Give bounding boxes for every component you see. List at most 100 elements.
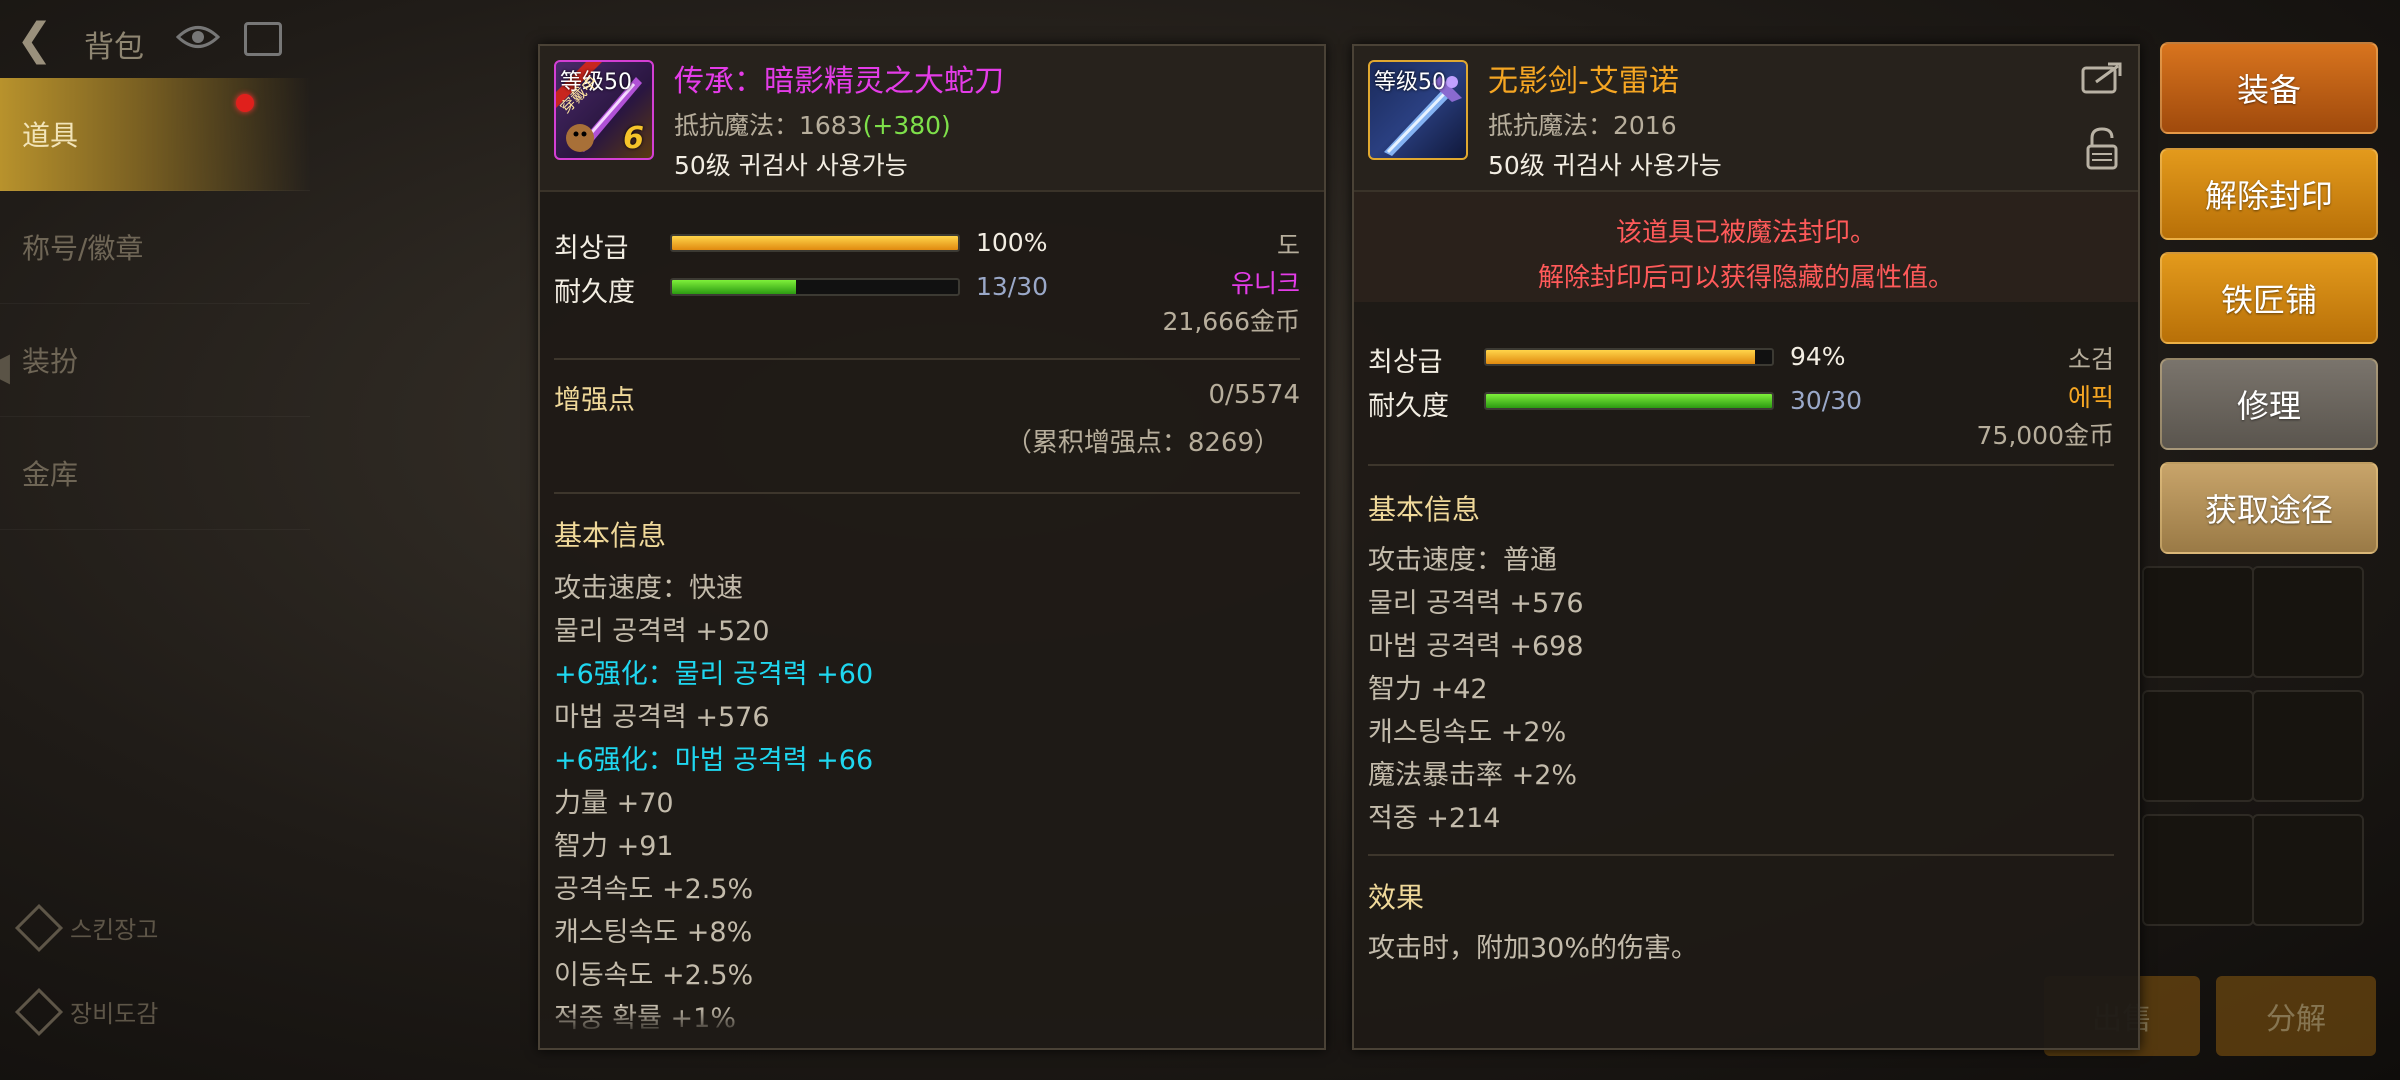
basic-info-title: 基本信息	[554, 519, 667, 552]
grade-label: 최상급	[1368, 347, 1443, 378]
eye-icon[interactable]	[176, 20, 220, 54]
inventory-slot[interactable]	[2142, 690, 2254, 802]
stat-line: 智力 +91	[554, 831, 674, 862]
collapse-arrow-icon[interactable]: ◂	[0, 330, 10, 400]
scroll-fade	[540, 1008, 1324, 1048]
blacksmith-button[interactable]: 铁匠铺	[2160, 252, 2378, 344]
grade-bar	[670, 234, 960, 252]
skin-storage-label: 스킨장고	[70, 916, 159, 944]
acquisition-route-button[interactable]: 获取途径	[2160, 462, 2378, 554]
item-icon: 等级50 穿戴中 6	[554, 60, 654, 160]
durability-bar-fill	[672, 280, 796, 294]
item-price: 75,000金币	[1976, 421, 2114, 450]
stat-line: 적중 +214	[1368, 803, 1501, 834]
stat-line: 마법 공격력 +698	[1368, 631, 1584, 662]
class-requirement: 50级 귀검사 사용가능	[1488, 151, 1722, 180]
notification-dot	[236, 94, 254, 112]
magic-resist: 抵抗魔法：2016	[1488, 111, 1677, 140]
rarity-label: 에픽	[2067, 383, 2114, 412]
enhance-points-value: 0/5574	[1208, 380, 1300, 410]
inventory-slot[interactable]	[2142, 566, 2254, 678]
durability-value: 30/30	[1790, 386, 1863, 415]
item-name: 无影剑-艾雷诺	[1488, 64, 1679, 99]
magic-resist-bonus: (+380)	[862, 111, 951, 140]
stat-line: 智力 +42	[1368, 674, 1488, 705]
equipped-item-tooltip: 等级50 穿戴中 6 传承：暗影精灵之大蛇刀 抵抗魔法：1683(+380) 5…	[538, 44, 1326, 1050]
inventory-title: 背包	[84, 30, 144, 65]
equipment-codex-label: 장비도감	[70, 1000, 159, 1028]
enhance-points-total: （累积增强点：8269）	[1005, 428, 1280, 458]
stat-line: 攻击速度：快速	[554, 573, 743, 604]
repair-button[interactable]: 修理	[2160, 358, 2378, 450]
item-name: 传承：暗影精灵之大蛇刀	[674, 64, 1004, 99]
sidebar-item-items[interactable]: 道具	[0, 78, 310, 191]
durability-label: 耐久度	[554, 277, 635, 308]
enhance-stat-line: +6强化：마법 공격력 +66	[554, 745, 874, 776]
seal-notice-line-2: 解除封印后可以获得隐藏的属性值。	[1537, 263, 1954, 293]
sort-icon[interactable]	[244, 22, 282, 56]
equipment-codex-link[interactable]: 장비도감	[14, 987, 159, 1036]
enhance-level: 6	[623, 121, 644, 156]
divider	[554, 358, 1300, 360]
grade-bar	[1484, 348, 1774, 366]
durability-bar	[670, 278, 960, 296]
item-header: 等级50 穿戴中 6 传承：暗影精灵之大蛇刀 抵抗魔法：1683(+380) 5…	[540, 46, 1324, 192]
item-type: 도	[1276, 231, 1300, 260]
stat-line: 이동속도 +2.5%	[554, 960, 754, 991]
item-header: 等级50 无影剑-艾雷诺 抵抗魔法：2016 50级 귀검사 사용가능	[1354, 46, 2138, 192]
inventory-slot[interactable]	[2252, 690, 2364, 802]
grade-value: 94%	[1790, 342, 1846, 371]
inventory-slot[interactable]	[2252, 814, 2364, 926]
inventory-slot[interactable]	[2252, 566, 2364, 678]
magic-resist-value: 抵抗魔法：1683	[674, 111, 863, 140]
rarity-label: 유니크	[1230, 269, 1300, 298]
grade-value: 100%	[976, 228, 1048, 257]
effect-text: 攻击时，附加30%的伤害。	[1368, 933, 1699, 964]
enhance-stat-line: +6强化：물리 공격력 +60	[554, 659, 874, 690]
inventory-slot[interactable]	[2142, 814, 2254, 926]
grade-bar-fill	[672, 236, 958, 250]
grade-bar-fill	[1486, 350, 1755, 364]
share-icon[interactable]	[2080, 60, 2124, 96]
unseal-button[interactable]: 解除封印	[2160, 148, 2378, 240]
disassemble-button[interactable]: 分解	[2216, 976, 2376, 1056]
basic-info-title: 基本信息	[1368, 493, 1481, 526]
level-tag: 等级50	[1374, 70, 1446, 95]
divider	[1368, 854, 2114, 856]
skin-storage-link[interactable]: 스킨장고	[14, 903, 159, 952]
stat-line: 공격속도 +2.5%	[554, 874, 754, 905]
divider	[1368, 464, 2114, 466]
stat-line: 魔法暴击率 +2%	[1368, 760, 1578, 791]
durability-bar	[1484, 392, 1774, 410]
stat-line: 물리 공격력 +520	[554, 616, 770, 647]
sidebar-item-avatar[interactable]: 装扮	[0, 304, 310, 417]
inventory-sidebar: 道具 称号/徽章 装扮 金库	[0, 78, 310, 530]
grade-label: 최상급	[554, 233, 629, 264]
durability-bar-fill	[1486, 394, 1772, 408]
seal-notice: 该道具已被魔法封印。 解除封印后可以获得隐藏的属性值。	[1354, 192, 2138, 302]
sidebar-item-titles[interactable]: 称号/徽章	[0, 191, 310, 304]
divider	[554, 492, 1300, 494]
item-price: 21,666金币	[1162, 307, 1300, 336]
stat-line: 力量 +70	[554, 788, 674, 819]
enhance-points-label: 增强点	[554, 385, 635, 416]
stat-line: 攻击速度：普通	[1368, 545, 1557, 576]
stat-line: 캐스팅속도 +2%	[1368, 717, 1567, 748]
diamond-icon	[14, 987, 64, 1036]
sidebar-item-vault[interactable]: 金库	[0, 417, 310, 530]
equip-button[interactable]: 装备	[2160, 42, 2378, 134]
item-icon: 等级50	[1368, 60, 1468, 160]
item-type: 소검	[2067, 345, 2114, 374]
lock-icon[interactable]	[2084, 126, 2120, 170]
stat-line: 물리 공격력 +576	[1368, 588, 1584, 619]
diamond-icon	[14, 903, 64, 952]
back-arrow-icon[interactable]: ❮	[16, 14, 53, 65]
effect-title: 效果	[1368, 881, 1425, 914]
class-requirement: 50级 귀검사 사용가능	[674, 151, 908, 180]
durability-value: 13/30	[976, 272, 1049, 301]
seal-notice-line-1: 该道具已被魔法封印。	[1615, 218, 1876, 248]
magic-resist: 抵抗魔法：1683(+380)	[674, 106, 951, 142]
durability-label: 耐久度	[1368, 391, 1449, 422]
compare-item-tooltip: 等级50 无影剑-艾雷诺 抵抗魔法：2016 50级 귀검사 사용가능 该道具已…	[1352, 44, 2140, 1050]
stat-line: 캐스팅속도 +8%	[554, 917, 753, 948]
